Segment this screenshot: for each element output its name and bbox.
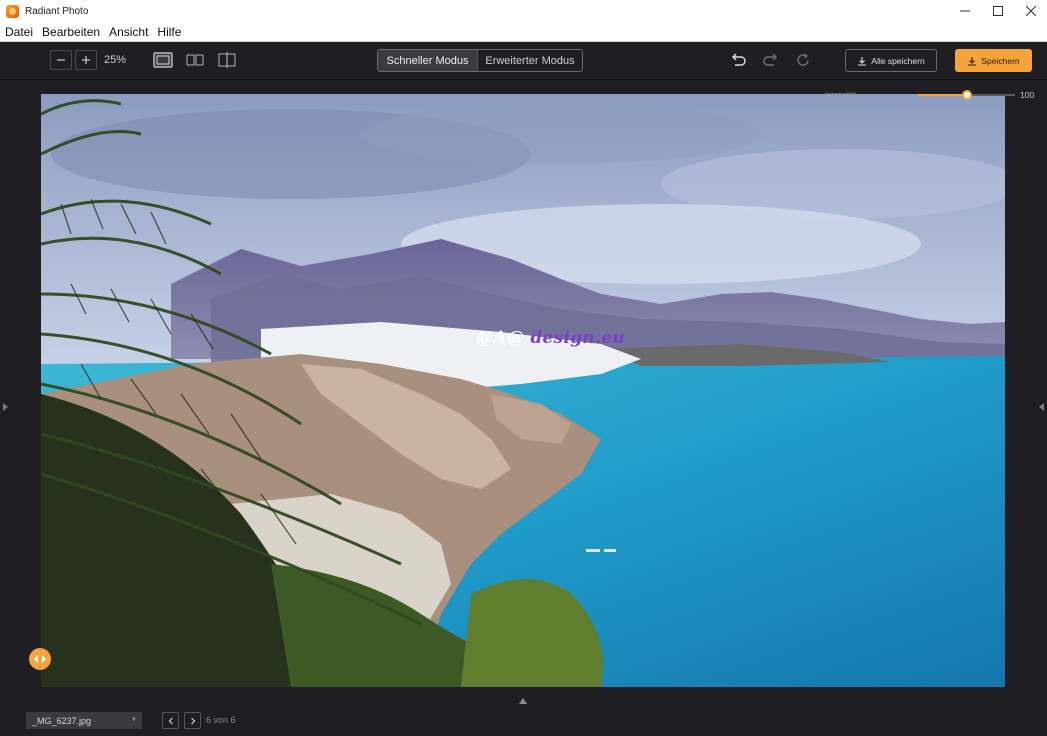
intensity-slider-thumb[interactable] xyxy=(961,90,972,100)
menu-hilfe[interactable]: Hilfe xyxy=(157,25,181,39)
single-view-icon xyxy=(153,52,173,68)
watermark: @A@ design.eu xyxy=(476,328,625,348)
minimize-icon xyxy=(959,10,970,12)
chevron-right-icon xyxy=(190,717,195,724)
zoom-in-button[interactable] xyxy=(75,50,97,70)
filmstrip-toggle[interactable] xyxy=(519,698,527,704)
toolbar: 25% Schneller Modus Erweiterter Modus Al… xyxy=(0,42,1047,80)
menu-bar: Datei Bearbeiten Ansicht Hilfe xyxy=(0,22,1047,42)
previous-image-button[interactable] xyxy=(162,712,179,729)
photo-preview xyxy=(41,94,1005,687)
download-icon xyxy=(968,56,977,66)
app-logo-icon xyxy=(6,4,19,18)
mode-switch: Schneller Modus Erweiterter Modus xyxy=(377,49,583,72)
menu-ansicht[interactable]: Ansicht xyxy=(109,25,148,39)
window-title: Radiant Photo xyxy=(25,5,89,17)
plus-icon xyxy=(82,56,90,64)
redo-icon xyxy=(763,53,777,66)
split-view-icon xyxy=(186,54,204,66)
intensity-slider[interactable] xyxy=(918,90,1015,100)
chevron-left-icon xyxy=(168,717,173,724)
chevron-down-icon: ▼ xyxy=(131,717,137,723)
file-select[interactable]: _MG_6237.jpg ▼ xyxy=(26,712,142,729)
undo-icon xyxy=(732,53,746,66)
undo-button[interactable] xyxy=(729,52,747,68)
save-all-label: Alle speichern xyxy=(871,55,925,66)
compare-handle[interactable] xyxy=(29,648,51,670)
left-panel-toggle[interactable] xyxy=(3,403,8,411)
window-controls xyxy=(948,0,1047,22)
save-label: Speichern xyxy=(981,55,1020,66)
download-icon xyxy=(858,56,867,66)
intensity-slider-fill xyxy=(918,94,967,96)
close-icon xyxy=(1025,6,1036,16)
reset-icon xyxy=(797,53,809,66)
maximize-button[interactable] xyxy=(981,0,1014,22)
minimize-button[interactable] xyxy=(948,0,981,22)
next-image-button[interactable] xyxy=(184,712,201,729)
compare-view-button[interactable] xyxy=(217,52,237,68)
minus-icon xyxy=(57,59,65,61)
split-view-button[interactable] xyxy=(185,52,205,68)
canvas-area: @A@ design.eu Intensität 100 xyxy=(0,81,1047,694)
bottom-bar: _MG_6237.jpg ▼ 6 von 6 xyxy=(0,694,1047,736)
zoom-level: 25% xyxy=(104,54,127,66)
advanced-mode-tab[interactable]: Erweiterter Modus xyxy=(477,50,582,71)
zoom-out-button[interactable] xyxy=(50,50,72,70)
watermark-part-purple: design.eu xyxy=(530,328,626,348)
file-name: _MG_6237.jpg xyxy=(32,715,92,726)
maximize-icon xyxy=(992,6,1003,16)
close-button[interactable] xyxy=(1014,0,1047,22)
menu-bearbeiten[interactable]: Bearbeiten xyxy=(42,25,100,39)
single-view-button[interactable] xyxy=(153,52,173,68)
menu-datei[interactable]: Datei xyxy=(5,25,33,39)
reset-button[interactable] xyxy=(795,52,813,68)
coastal-landscape-image xyxy=(41,94,1005,687)
intensity-value: 100 xyxy=(1020,90,1035,100)
intensity-label: Intensität xyxy=(825,90,856,99)
title-bar: Radiant Photo xyxy=(0,0,1047,22)
quick-mode-tab[interactable]: Schneller Modus xyxy=(378,50,477,71)
watermark-part-white: @A@ xyxy=(476,328,525,348)
right-panel-toggle[interactable] xyxy=(1039,403,1044,411)
save-button[interactable]: Speichern xyxy=(955,49,1032,72)
save-all-button[interactable]: Alle speichern xyxy=(845,49,937,72)
compare-view-icon xyxy=(218,52,236,68)
compare-arrows-icon xyxy=(34,655,46,663)
redo-button[interactable] xyxy=(762,52,780,68)
image-counter: 6 von 6 xyxy=(206,715,236,725)
